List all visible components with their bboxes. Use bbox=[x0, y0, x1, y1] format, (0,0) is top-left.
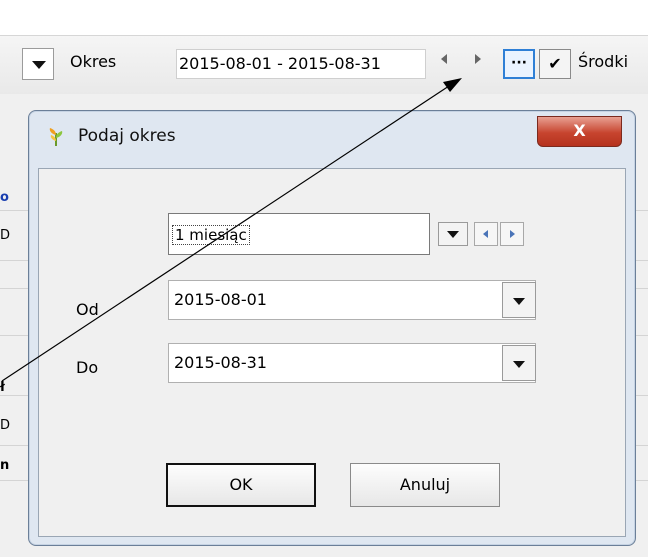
annotation-arrow bbox=[1, 78, 462, 382]
